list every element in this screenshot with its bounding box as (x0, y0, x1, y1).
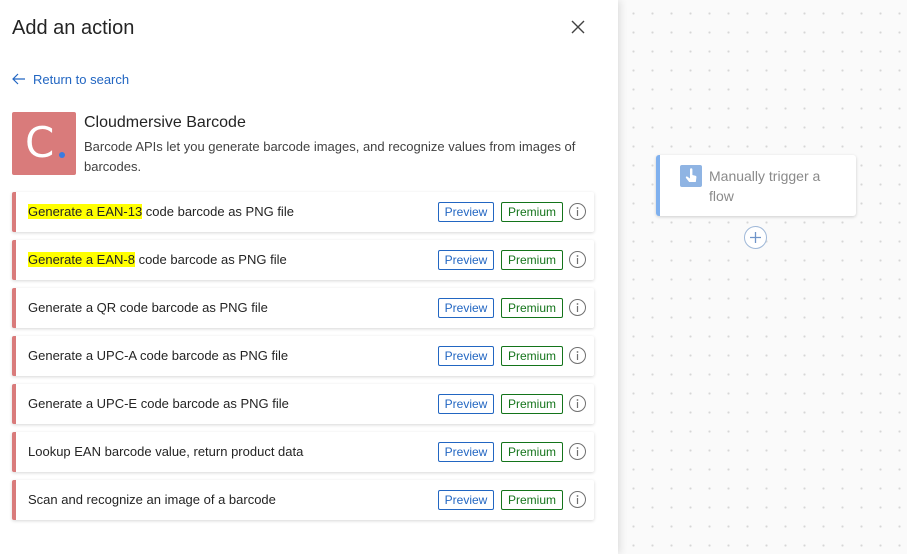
action-label-text: Generate a QR code barcode as PNG file (28, 300, 268, 315)
premium-badge: Premium (501, 298, 563, 318)
return-to-search-label: Return to search (33, 71, 130, 87)
plus-circle-icon (750, 232, 761, 243)
preview-badge: Preview (438, 490, 494, 510)
preview-badge: Preview (438, 346, 494, 366)
action-label: Generate a EAN-8 code barcode as PNG fil… (28, 251, 287, 269)
action-label: Generate a UPC-E code barcode as PNG fil… (28, 395, 289, 413)
info-icon[interactable] (569, 443, 586, 460)
connector-logo-letter: C (25, 118, 55, 167)
premium-badge: Premium (501, 394, 563, 414)
search-highlight: Generate a EAN-13 (28, 204, 143, 219)
info-icon[interactable] (569, 299, 586, 316)
action-label-text: Scan and recognize an image of a barcode (28, 492, 276, 507)
info-icon[interactable] (569, 347, 586, 364)
preview-badge: Preview (438, 250, 494, 270)
action-label: Lookup EAN barcode value, return product… (28, 443, 303, 461)
info-icon[interactable] (569, 395, 586, 412)
close-button[interactable] (565, 14, 591, 40)
add-step-button[interactable] (744, 226, 767, 249)
action-label-text: code barcode as PNG file (134, 252, 287, 267)
action-label-text: Generate a UPC-A code barcode as PNG fil… (28, 348, 289, 363)
premium-badge: Premium (501, 346, 563, 366)
action-label: Scan and recognize an image of a barcode (28, 491, 276, 509)
premium-badge: Premium (501, 202, 563, 222)
action-item[interactable]: Generate a UPC-A code barcode as PNG fil… (12, 336, 594, 376)
connector-description: Barcode APIs let you generate barcode im… (84, 139, 576, 174)
arrow-left-icon (12, 73, 25, 85)
preview-badge: Preview (438, 298, 494, 318)
action-item[interactable]: Generate a UPC-E code barcode as PNG fil… (12, 384, 594, 424)
info-icon[interactable] (569, 203, 586, 220)
premium-badge: Premium (501, 250, 563, 270)
action-label: Generate a EAN-13 code barcode as PNG fi… (28, 203, 294, 221)
close-icon (571, 20, 585, 34)
search-highlight: Generate a EAN-8 (28, 252, 135, 267)
connector-name: Cloudmersive Barcode (84, 114, 246, 131)
preview-badge: Preview (438, 442, 494, 462)
trigger-card[interactable]: Manually trigger a flow (656, 155, 856, 216)
flow-canvas[interactable] (618, 0, 907, 554)
connector-logo: C (12, 112, 76, 175)
action-label: Generate a QR code barcode as PNG file (28, 299, 268, 317)
return-to-search-link[interactable]: Return to search (12, 70, 129, 88)
touch-hand-icon (680, 165, 702, 187)
action-label-text: code barcode as PNG file (142, 204, 294, 219)
preview-badge: Preview (438, 394, 494, 414)
action-item[interactable]: Generate a EAN-13 code barcode as PNG fi… (12, 192, 594, 232)
panel-title: Add an action (12, 17, 135, 39)
info-icon[interactable] (569, 251, 586, 268)
info-icon[interactable] (569, 491, 586, 508)
premium-badge: Premium (501, 442, 563, 462)
action-item[interactable]: Scan and recognize an image of a barcode… (12, 480, 594, 520)
connector-logo-dot (59, 152, 65, 158)
action-label-text: Generate a UPC-E code barcode as PNG fil… (28, 396, 289, 411)
add-action-panel: Add an action Return to search C Cloudme… (0, 0, 618, 554)
trigger-label: Manually trigger a flow (709, 168, 821, 204)
action-item[interactable]: Lookup EAN barcode value, return product… (12, 432, 594, 472)
premium-badge: Premium (501, 490, 563, 510)
action-label: Generate a UPC-A code barcode as PNG fil… (28, 347, 288, 365)
preview-badge: Preview (438, 202, 494, 222)
action-label-text: Lookup EAN barcode value, return product… (28, 444, 304, 459)
action-item[interactable]: Generate a EAN-8 code barcode as PNG fil… (12, 240, 594, 280)
action-item[interactable]: Generate a QR code barcode as PNG file P… (12, 288, 594, 328)
